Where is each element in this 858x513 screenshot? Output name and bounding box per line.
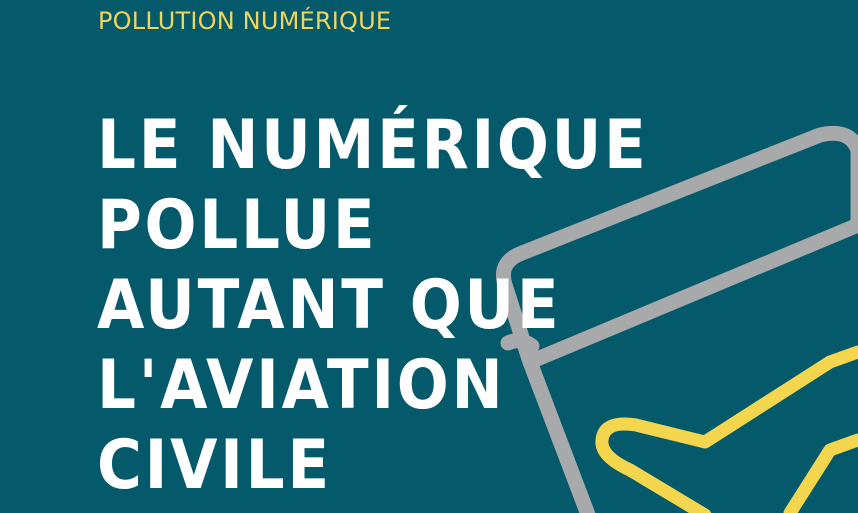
airplane-wing-outline <box>783 433 858 513</box>
kicker-label: POLLUTION NUMÉRIQUE <box>98 7 392 35</box>
poster: POLLUTION NUMÉRIQUE LE NUMÉRIQUE POLLUE … <box>0 0 858 513</box>
headline-line-3: AUTANT QUE <box>97 266 562 345</box>
headline-line-4: L'AVIATION <box>97 346 506 425</box>
headline-line-1: LE NUMÉRIQUE <box>97 106 649 185</box>
headline: LE NUMÉRIQUE POLLUE AUTANT QUE L'AVIATIO… <box>97 106 649 506</box>
headline-line-2: POLLUE <box>97 186 378 265</box>
headline-line-5: CIVILE <box>97 426 332 505</box>
